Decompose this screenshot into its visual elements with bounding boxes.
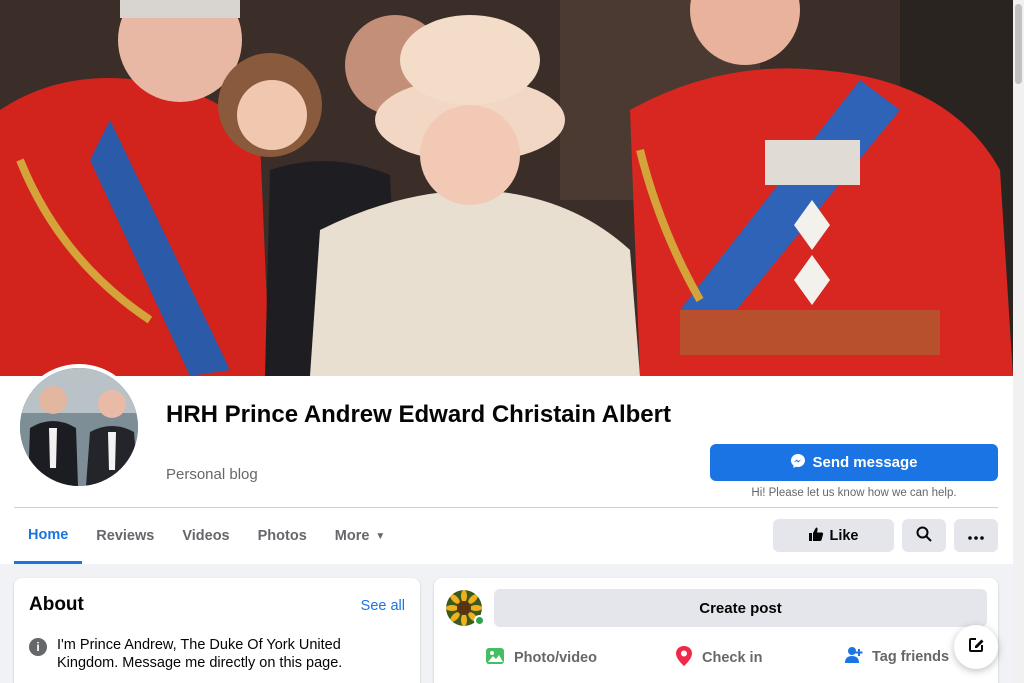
caret-down-icon: ▼: [375, 530, 386, 542]
tab-label: Home: [28, 526, 69, 543]
send-message-hint: Hi! Please let us know how we can help.: [751, 487, 957, 499]
page-category[interactable]: Personal blog: [166, 466, 258, 483]
cover-photo-illustration: [0, 0, 1013, 376]
tab-reviews[interactable]: Reviews: [82, 508, 168, 564]
about-text: I'm Prince Andrew, The Duke Of York Unit…: [57, 637, 343, 671]
profile-avatar[interactable]: [16, 364, 142, 490]
see-all-link[interactable]: See all: [361, 598, 405, 614]
search-button[interactable]: [902, 519, 946, 552]
about-card: About See all i I'm Prince Andrew, The D…: [14, 578, 420, 683]
check-in-label: Check in: [702, 650, 763, 666]
tab-label: Photos: [257, 528, 307, 544]
post-composer: Create post Photo/video Check in Tag fri…: [434, 578, 998, 683]
tab-videos[interactable]: Videos: [168, 508, 243, 564]
about-intro: i I'm Prince Andrew, The Duke Of York Un…: [29, 636, 377, 672]
send-message-button[interactable]: Send message: [710, 444, 998, 481]
tag-friends-label: Tag friends: [872, 649, 950, 665]
tab-label: Videos: [182, 528, 230, 544]
like-button[interactable]: Like: [773, 519, 894, 552]
tab-label: Reviews: [96, 528, 155, 544]
avatar-illustration: [20, 368, 138, 486]
scrollbar[interactable]: [1013, 0, 1024, 683]
search-icon: [916, 526, 932, 546]
new-message-button[interactable]: [954, 625, 998, 669]
page-title: HRH Prince Andrew Edward Christain Alber…: [166, 401, 671, 428]
photo-icon: [484, 645, 506, 671]
tab-label: More: [334, 528, 370, 544]
online-status-dot: [474, 615, 485, 626]
tag-people-icon: [844, 645, 864, 669]
tag-friends-button[interactable]: Tag friends: [844, 645, 949, 669]
tab-photos[interactable]: Photos: [244, 508, 321, 564]
photo-video-button[interactable]: Photo/video: [484, 645, 597, 671]
more-options-button[interactable]: [954, 519, 998, 552]
send-message-label: Send message: [812, 454, 918, 471]
check-in-button[interactable]: Check in: [674, 645, 762, 671]
cover-photo[interactable]: [0, 0, 1013, 376]
thumbs-up-icon: [808, 526, 824, 546]
tab-home[interactable]: Home: [14, 508, 83, 564]
scrollbar-thumb[interactable]: [1015, 4, 1022, 84]
compose-icon: [966, 635, 986, 660]
more-dots-icon: [968, 528, 984, 544]
create-post-button[interactable]: Create post: [494, 589, 987, 627]
tab-more[interactable]: More ▼: [321, 508, 400, 564]
page-tabs: Home Reviews Videos Photos More ▼: [14, 508, 399, 564]
location-pin-icon: [674, 645, 694, 671]
like-label: Like: [829, 527, 859, 544]
about-title: About: [29, 594, 84, 615]
messenger-icon: [790, 453, 806, 473]
photo-video-label: Photo/video: [514, 650, 597, 666]
info-icon: i: [29, 638, 47, 656]
